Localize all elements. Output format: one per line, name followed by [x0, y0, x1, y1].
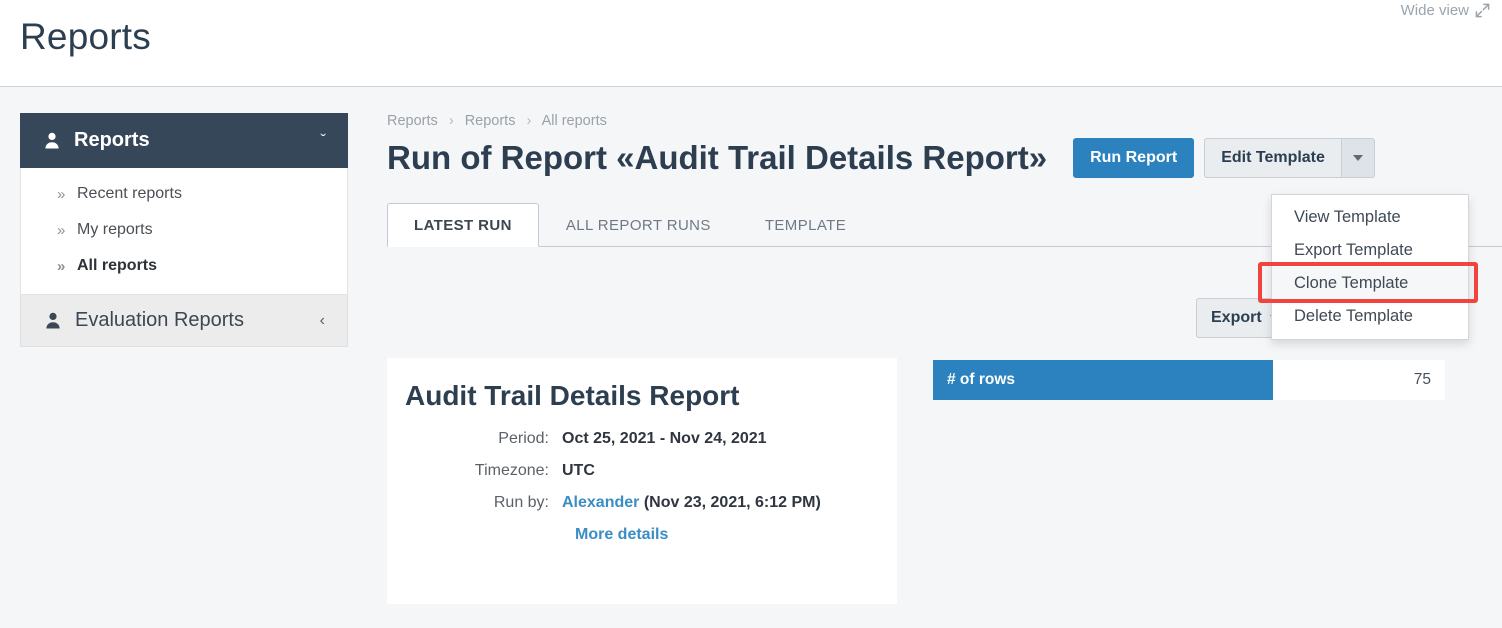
- sidebar-links: » Recent reports » My reports » All repo…: [20, 168, 348, 295]
- expand-arrows-icon: [1475, 3, 1490, 18]
- report-run-title: Run of Report «Audit Trail Details Repor…: [387, 139, 1048, 176]
- sidebar-item-all-reports[interactable]: » All reports: [21, 248, 347, 284]
- tab-latest-run[interactable]: Latest run: [387, 203, 539, 247]
- breadcrumb-separator: ›: [448, 113, 454, 129]
- meta-value: UTC: [562, 462, 595, 479]
- run-by-timestamp: (Nov 23, 2021, 6:12 PM): [643, 494, 821, 511]
- edit-template-split-button: Edit Template: [1204, 138, 1375, 178]
- page-title: Reports: [20, 16, 151, 57]
- edit-template-dropdown-toggle[interactable]: [1340, 138, 1375, 178]
- user-icon: [45, 312, 61, 329]
- meta-row-run-by: Run by: Alexander (Nov 23, 2021, 6:12 PM…: [387, 494, 897, 512]
- report-metadata: Period: Oct 25, 2021 - Nov 24, 2021 Time…: [387, 430, 897, 544]
- meta-value: Alexander (Nov 23, 2021, 6:12 PM): [562, 494, 821, 512]
- report-card-title: Audit Trail Details Report: [405, 380, 740, 411]
- sidebar-item-my-reports[interactable]: » My reports: [21, 212, 347, 248]
- wide-view-label: Wide view: [1400, 2, 1469, 19]
- meta-label: Timezone:: [474, 462, 549, 479]
- double-chevron-icon: »: [57, 185, 66, 203]
- caret-down-icon: [1352, 155, 1363, 161]
- edit-template-button[interactable]: Edit Template: [1204, 138, 1341, 178]
- wide-view-toggle[interactable]: Wide view: [1401, 2, 1490, 19]
- chevron-left-icon[interactable]: ‹: [320, 312, 325, 330]
- sidebar-group-evaluation-reports[interactable]: Evaluation Reports ‹: [20, 295, 348, 347]
- edit-template-dropdown-menu: View Template Export Template Clone Temp…: [1271, 194, 1469, 340]
- breadcrumb-item-3[interactable]: All reports: [542, 113, 607, 129]
- run-by-user-link[interactable]: Alexander: [562, 494, 639, 511]
- meta-label: Run by:: [493, 494, 549, 511]
- tab-all-report-runs[interactable]: All report runs: [539, 203, 738, 247]
- sidebar-item-label: My reports: [77, 221, 153, 238]
- sidebar-item-label: All reports: [77, 257, 158, 274]
- meta-value: Oct 25, 2021 - Nov 24, 2021: [562, 430, 767, 447]
- action-buttons: Run Report Edit Template: [1073, 138, 1375, 178]
- sidebar-group-reports[interactable]: Reports ˇ: [20, 113, 348, 168]
- double-chevron-icon: »: [57, 221, 66, 239]
- sidebar-group-label: Reports: [74, 129, 150, 151]
- sidebar-group-label: Evaluation Reports: [75, 309, 244, 331]
- sidebar: Reports ˇ » Recent reports » My reports …: [20, 113, 348, 347]
- sidebar-item-recent-reports[interactable]: » Recent reports: [21, 176, 347, 212]
- meta-row-timezone: Timezone: UTC: [387, 462, 897, 480]
- menu-item-view-template[interactable]: View Template: [1272, 201, 1468, 234]
- title-row: Run of Report «Audit Trail Details Repor…: [387, 138, 1502, 178]
- report-summary-card: Audit Trail Details Report Period: Oct 2…: [387, 358, 897, 604]
- menu-item-clone-template[interactable]: Clone Template: [1272, 267, 1468, 300]
- export-button-label: Export: [1211, 309, 1262, 326]
- user-icon: [44, 132, 60, 149]
- breadcrumb-item-2[interactable]: Reports: [465, 113, 516, 129]
- more-details-link[interactable]: More details: [575, 526, 897, 544]
- meta-label: Period:: [498, 430, 549, 447]
- breadcrumb: Reports › Reports › All reports: [387, 113, 1502, 129]
- top-header-bar: Reports Wide view: [0, 0, 1502, 87]
- rows-count-header: # of rows: [933, 360, 1273, 400]
- rows-count-table: # of rows 75: [933, 360, 1445, 400]
- menu-item-export-template[interactable]: Export Template: [1272, 234, 1468, 267]
- tab-template[interactable]: Template: [738, 203, 873, 247]
- double-chevron-icon: »: [57, 257, 66, 275]
- rows-count-value: 75: [1413, 371, 1431, 388]
- breadcrumb-separator: ›: [526, 113, 532, 129]
- breadcrumb-item-1[interactable]: Reports: [387, 113, 438, 129]
- run-report-button[interactable]: Run Report: [1073, 138, 1195, 178]
- menu-item-delete-template[interactable]: Delete Template: [1272, 300, 1468, 333]
- chevron-down-icon[interactable]: ˇ: [320, 131, 326, 151]
- meta-row-period: Period: Oct 25, 2021 - Nov 24, 2021: [387, 430, 897, 448]
- sidebar-item-label: Recent reports: [77, 185, 182, 202]
